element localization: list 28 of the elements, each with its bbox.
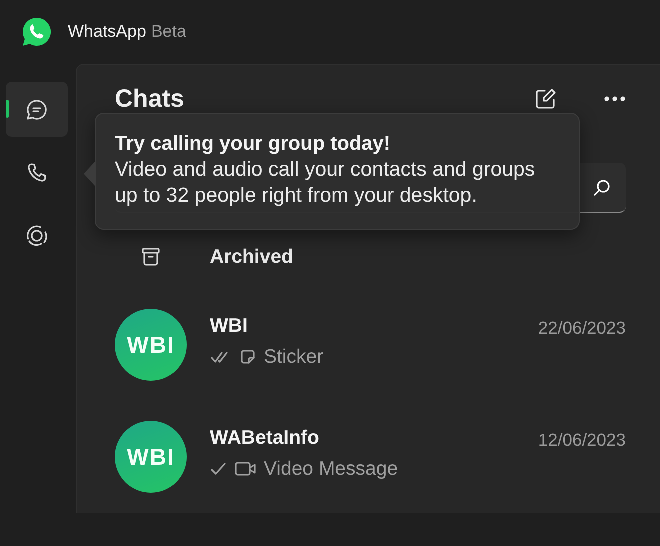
new-chat-button[interactable] — [534, 87, 558, 111]
message-preview: Sticker — [264, 346, 324, 368]
avatar: WBI — [115, 421, 187, 493]
app-logo-icon — [21, 16, 53, 48]
archive-icon — [140, 246, 162, 268]
more-button[interactable] — [604, 96, 626, 102]
message-preview: Video Message — [264, 458, 398, 480]
chat-row[interactable]: WBI WABetaInfo Video Message 12/06/2023 — [115, 401, 626, 513]
sticker-icon — [238, 347, 258, 367]
chat-row[interactable]: WBI WBI Sticker 22/06/2023 — [115, 289, 626, 401]
chat-date: 22/06/2023 — [538, 318, 626, 339]
chat-date: 12/06/2023 — [538, 430, 626, 451]
avatar: WBI — [115, 309, 187, 381]
archived-row[interactable]: Archived — [115, 225, 626, 289]
compose-icon — [534, 87, 558, 111]
chats-title: Chats — [115, 84, 186, 114]
beta-label: Beta — [151, 22, 186, 41]
chat-icon — [25, 98, 49, 122]
chat-name: WABetaInfo — [210, 426, 320, 450]
tooltip-title: Try calling your group today! — [115, 132, 392, 157]
video-camera-icon — [234, 459, 258, 479]
chats-nav-button[interactable] — [6, 82, 68, 137]
tooltip-text: Video and audio call your contacts and groups up to 32 people right from your desktop. — [115, 157, 536, 209]
search-icon — [592, 178, 612, 198]
phone-icon — [25, 160, 49, 184]
chat-name: WBI — [210, 314, 249, 338]
more-icon — [604, 96, 626, 102]
app-name: WhatsApp — [68, 22, 146, 41]
